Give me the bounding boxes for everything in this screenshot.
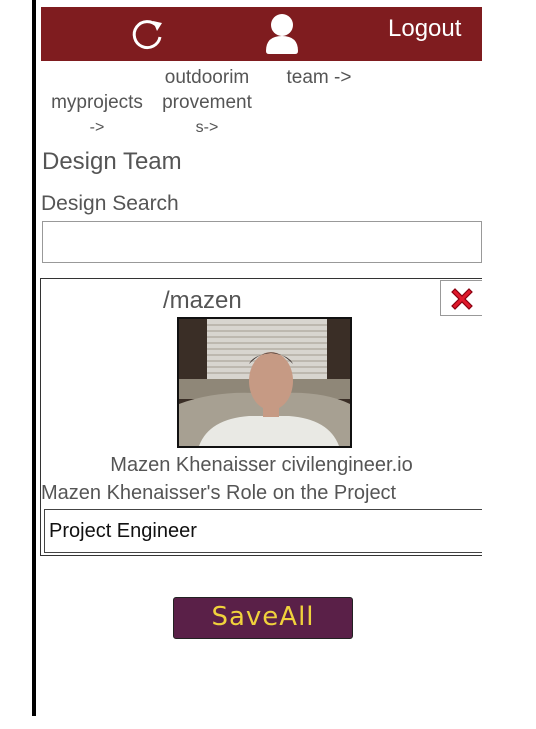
member-name-line: Mazen Khenaisser civilengineer.io — [110, 454, 413, 476]
breadcrumb-line: outdoorim — [164, 67, 250, 88]
breadcrumb-line: -> — [89, 119, 105, 136]
design-search-input[interactable] — [42, 221, 482, 263]
breadcrumb-line: provement — [162, 92, 252, 113]
close-x-icon — [451, 288, 473, 310]
remove-member-button[interactable] — [440, 280, 482, 316]
top-nav-bar: Logout — [41, 7, 482, 61]
member-photo — [177, 317, 352, 448]
breadcrumb-myprojects[interactable]: myprojects -> — [42, 90, 152, 140]
search-label: Design Search — [41, 192, 179, 215]
breadcrumb-outdoorimprovements[interactable]: outdoorim provement s-> — [152, 65, 262, 140]
logout-button[interactable]: Logout — [388, 15, 461, 43]
role-input[interactable] — [44, 509, 482, 553]
left-border-line — [32, 0, 36, 716]
breadcrumb-team[interactable]: team -> — [276, 65, 362, 90]
refresh-icon[interactable] — [129, 17, 165, 53]
role-label: Mazen Khenaisser's Role on the Project — [41, 482, 397, 504]
save-all-button[interactable]: SaveAll — [173, 597, 353, 639]
member-handle: /mazen — [163, 287, 242, 314]
breadcrumb-line: s-> — [195, 119, 219, 136]
team-member-card: /mazen Mazen Khenaisser civilengineer.io… — [40, 278, 482, 556]
breadcrumb-line: myprojects — [51, 92, 143, 113]
page-title: Design Team — [42, 148, 182, 175]
user-icon[interactable] — [263, 11, 301, 55]
breadcrumb-line: team -> — [286, 67, 352, 88]
